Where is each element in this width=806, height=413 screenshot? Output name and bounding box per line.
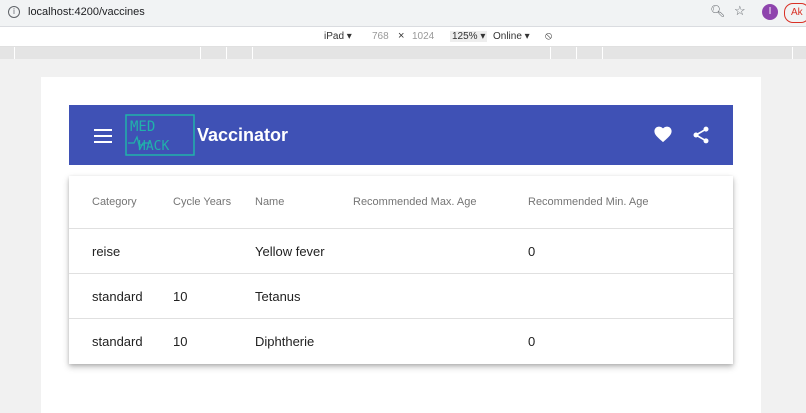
table-header-row: Category Cycle Years Name Recommended Ma… bbox=[69, 176, 733, 228]
media-query-bar[interactable] bbox=[0, 47, 806, 59]
height-input[interactable]: 1024 bbox=[412, 31, 434, 42]
cell-name: Diphtherie bbox=[255, 334, 315, 349]
cell-category: reise bbox=[92, 244, 121, 259]
vaccines-table: Category Cycle Years Name Recommended Ma… bbox=[69, 176, 733, 364]
medhack-logo: MED HACK bbox=[125, 114, 195, 156]
table-row[interactable]: standard 10 Diphtherie 0 bbox=[69, 319, 733, 364]
device-select[interactable]: iPad ▾ bbox=[324, 31, 352, 42]
cell-cycle-years: 10 bbox=[173, 334, 188, 349]
table-row[interactable]: reise Yellow fever 0 bbox=[69, 229, 733, 274]
width-input[interactable]: 768 bbox=[372, 31, 389, 42]
cell-cycle-years: 10 bbox=[173, 289, 188, 304]
logo-text-bottom: HACK bbox=[138, 139, 169, 154]
zoom-icon[interactable]: 🔍︎ bbox=[710, 4, 725, 18]
cell-category: standard bbox=[92, 334, 143, 349]
menu-icon[interactable] bbox=[94, 129, 112, 143]
cell-category: standard bbox=[92, 289, 143, 304]
app-toolbar: MED HACK Vaccinator bbox=[69, 105, 733, 165]
browser-action-button[interactable]: Ak bbox=[784, 3, 806, 23]
logo-text-top: MED bbox=[130, 119, 155, 135]
network-select[interactable]: Online ▾ bbox=[493, 31, 530, 42]
share-icon[interactable] bbox=[691, 125, 711, 145]
header-category[interactable]: Category bbox=[92, 176, 137, 228]
device-toolbar: iPad ▾ 768 × 1024 125% ▾ Online ▾ ⦸ bbox=[0, 27, 806, 47]
times-icon: × bbox=[398, 30, 405, 42]
zoom-select[interactable]: 125% ▾ bbox=[450, 31, 488, 42]
profile-avatar[interactable]: I bbox=[762, 4, 778, 20]
header-cycle-years[interactable]: Cycle Years bbox=[173, 176, 231, 228]
star-icon[interactable]: ☆ bbox=[734, 3, 746, 19]
cell-name: Yellow fever bbox=[255, 244, 325, 259]
app-title: Vaccinator bbox=[197, 125, 289, 145]
rotate-icon[interactable]: ⦸ bbox=[545, 30, 552, 43]
header-max-age[interactable]: Recommended Max. Age bbox=[353, 176, 477, 228]
url-field[interactable]: localhost:4200/vaccines bbox=[28, 6, 145, 18]
cell-min-age: 0 bbox=[528, 244, 536, 259]
header-min-age[interactable]: Recommended Min. Age bbox=[528, 176, 648, 228]
address-bar: i localhost:4200/vaccines 🔍︎ ☆ I Ak bbox=[0, 0, 806, 27]
cell-name: Tetanus bbox=[255, 289, 301, 304]
cell-min-age: 0 bbox=[528, 334, 536, 349]
info-icon[interactable]: i bbox=[8, 6, 20, 18]
table-row[interactable]: standard 10 Tetanus bbox=[69, 274, 733, 319]
header-name[interactable]: Name bbox=[255, 176, 284, 228]
viewport-page: MED HACK Vaccinator Category Cycle Years… bbox=[41, 77, 761, 413]
heart-icon[interactable] bbox=[653, 125, 673, 143]
